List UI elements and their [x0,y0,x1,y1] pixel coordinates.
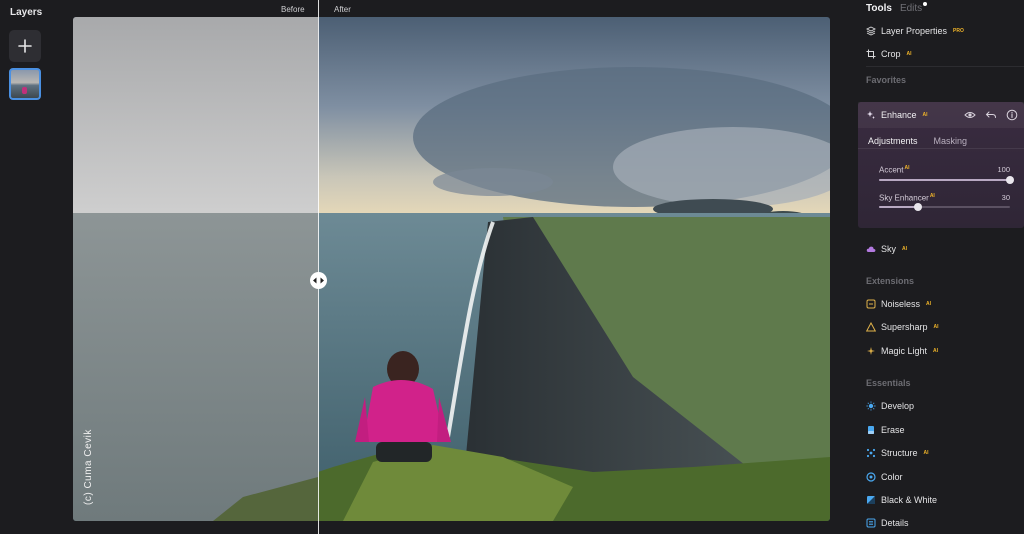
details-icon [866,518,876,528]
layers-panel: Layers [0,0,50,534]
layer-thumbnail[interactable] [9,68,41,100]
layers-icon [866,26,876,36]
tool-black-white-label: Black & White [881,495,938,505]
tab-adjustments[interactable]: Adjustments [868,136,918,146]
tool-magic-light-label: Magic Light [881,346,928,356]
after-label: After [334,5,351,14]
tab-masking[interactable]: Masking [934,136,968,146]
favorites-title: Favorites [866,75,907,85]
sparkle-icon [867,111,876,119]
extensions-title: Extensions [866,276,915,286]
enhance-title: Enhance AI [866,110,928,120]
essentials-title: Essentials [866,378,911,388]
eraser-icon [868,426,874,434]
accent-label-text: Accent [879,165,904,175]
ai-badge: AI [929,193,935,199]
noiseless-icon [866,299,876,309]
thumbnail-figure [22,87,27,94]
before-label: Before [281,5,305,14]
sky-enhancer-slider-fill [879,206,919,208]
divider [866,66,1024,67]
plus-icon [18,39,32,53]
compare-handle[interactable] [310,272,327,289]
edits-indicator-dot [923,2,928,6]
info-icon[interactable] [1006,109,1018,121]
accent-label: AccentAI [879,165,909,175]
tool-supersharp-label: Supersharp [881,322,928,332]
ai-badge: AI [902,246,908,252]
crop-icon [866,49,876,59]
ai-badge: AI [923,450,929,456]
sky-enhancer-label-text: Sky Enhancer [879,193,929,203]
tool-color-label: Color [881,472,903,482]
tool-supersharp[interactable]: Supersharp AI [866,322,939,332]
enhance-subtabs: Adjustments Masking [868,136,967,146]
eye-icon[interactable] [964,109,976,121]
accent-slider-knob[interactable] [1006,176,1014,184]
tool-color[interactable]: Color [866,472,903,482]
black-white-icon [867,496,875,504]
tool-details-label: Details [881,518,909,528]
enhance-tool-card: Enhance AI Adjustments Masking AccentAI 1… [858,102,1024,228]
tool-crop-label: Crop [881,49,901,59]
tool-layer-properties-label: Layer Properties [881,26,948,36]
subtab-divider [858,148,1024,149]
panel-tabs: Tools Edits [866,2,928,14]
structure-icon [866,448,876,458]
tool-sky-label: Sky [881,244,897,254]
tab-edits[interactable]: Edits [899,2,928,14]
tool-erase[interactable]: Erase [866,425,905,435]
enhance-actions [964,109,1018,121]
sky-enhancer-slider[interactable] [879,203,1010,211]
undo-icon[interactable] [985,109,997,121]
tool-black-white[interactable]: Black & White [866,495,937,505]
ai-badge: AI [926,301,932,307]
ai-badge: AI [906,51,912,57]
magic-light-icon [867,347,875,355]
tab-tools[interactable]: Tools [866,3,892,14]
drag-arrows-icon [313,277,324,284]
tool-noiseless[interactable]: Noiseless AI [866,299,931,309]
ai-badge: AI [922,112,928,118]
accent-slider[interactable] [879,176,1014,184]
sky-enhancer-value: 30 [1001,193,1010,202]
compare-divider[interactable] [318,0,319,534]
sky-enhancer-label: Sky EnhancerAI [879,193,935,203]
layers-title: Layers [10,7,43,18]
tool-details[interactable]: Details [866,518,909,528]
tool-erase-label: Erase [881,425,905,435]
sun-icon [866,401,876,411]
accent-slider-fill [879,179,1010,181]
tool-magic-light[interactable]: Magic Light AI [866,346,938,356]
watermark-text: (c) Cuma Cevik [83,429,94,505]
tool-develop-label: Develop [881,401,915,411]
tool-crop[interactable]: Crop AI [866,49,912,59]
pro-badge: PRO [953,28,964,34]
tool-develop[interactable]: Develop [866,401,914,411]
landscape-photo [73,17,830,521]
ai-badge: AI [904,165,910,171]
tools-panel: Tools Edits Layer Properties PRO Crop AI F… [856,0,1024,534]
tab-edits-label: Edits [899,3,923,14]
triangle-icon [866,322,876,332]
cloud-icon [866,246,876,252]
photo-canvas[interactable] [73,17,830,521]
tool-noiseless-label: Noiseless [881,299,921,309]
ai-badge: AI [933,348,939,354]
color-wheel-icon [866,472,876,482]
sky-enhancer-slider-knob[interactable] [914,203,923,211]
ai-badge: AI [933,324,939,330]
enhance-label: Enhance [881,110,917,120]
canvas-area: Before After (c) Cuma Cevik [50,0,852,534]
add-layer-button[interactable] [9,30,41,62]
tool-layer-properties[interactable]: Layer Properties PRO [866,26,964,36]
tool-structure[interactable]: Structure AI [866,448,929,458]
tool-structure-label: Structure [881,448,918,458]
accent-value: 100 [997,165,1010,174]
tool-sky[interactable]: Sky AI [866,244,907,254]
